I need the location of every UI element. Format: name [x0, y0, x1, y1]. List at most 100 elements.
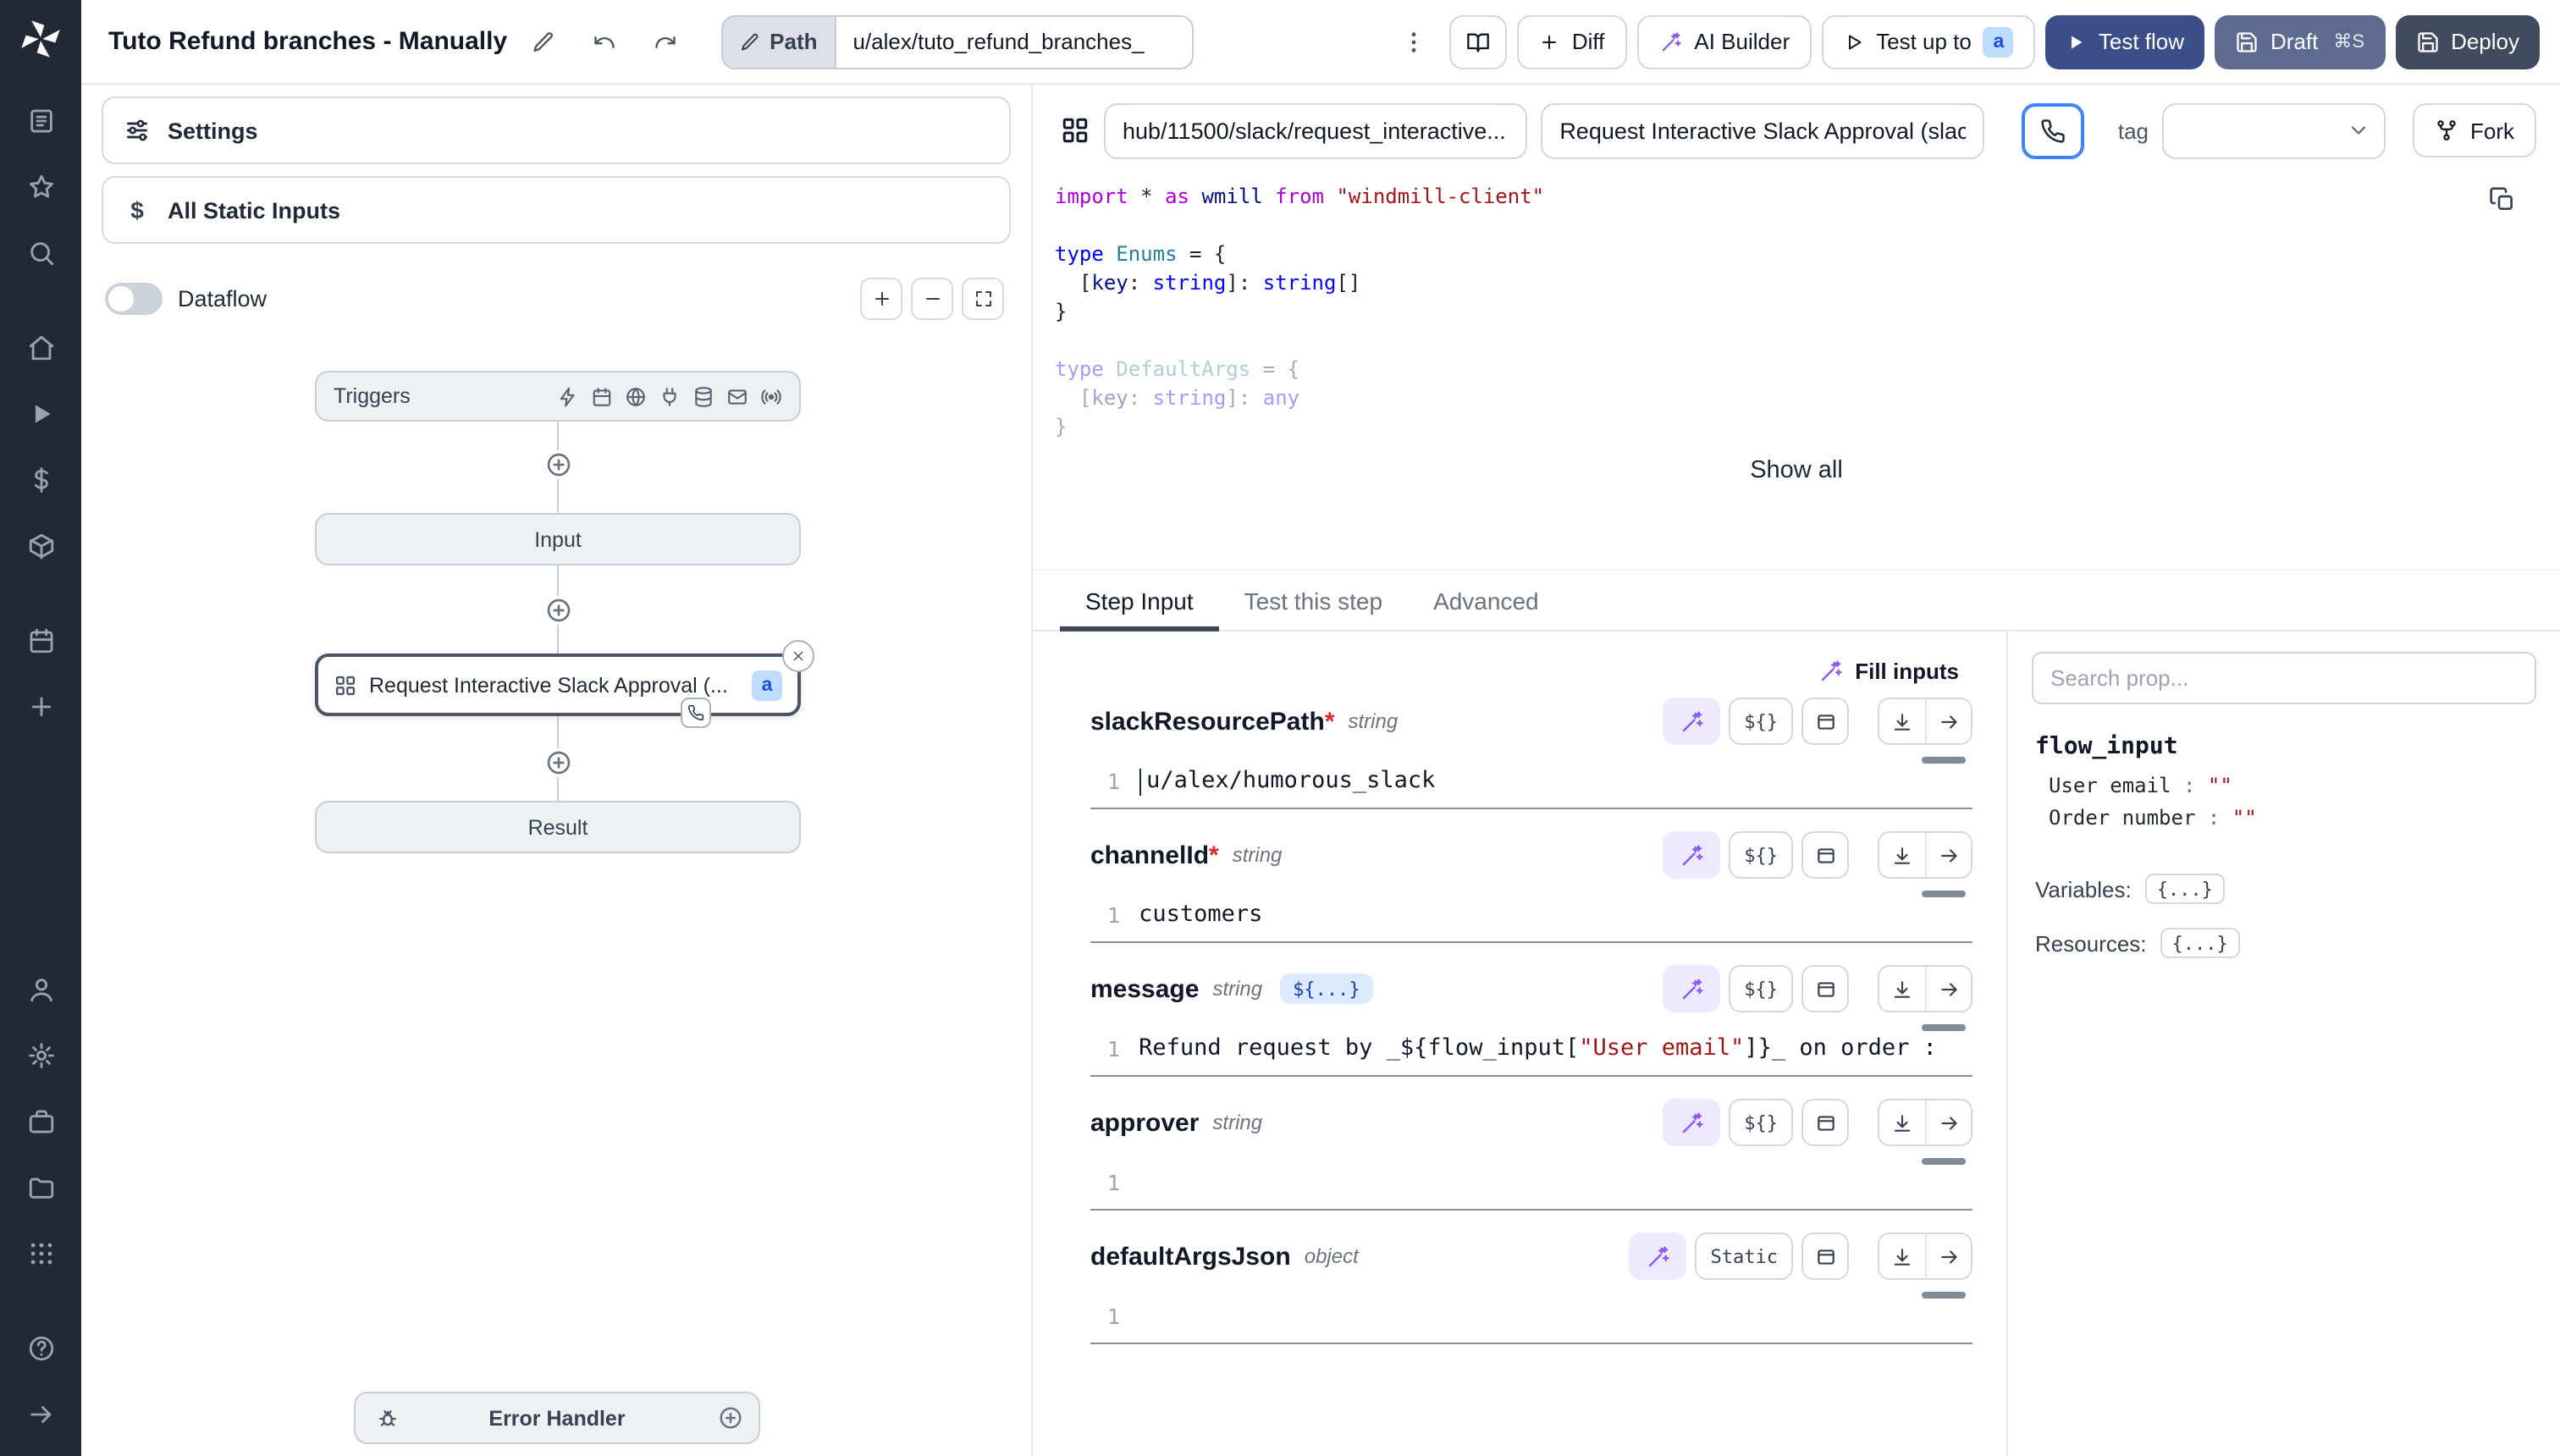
- dataflow-toggle[interactable]: Dataflow: [105, 283, 267, 315]
- prop-user-email[interactable]: User email : "": [2049, 774, 2536, 797]
- sidebar-dollar-icon[interactable]: [15, 454, 66, 505]
- insert-value-button[interactable]: [1879, 699, 1925, 743]
- suspend-approval-button[interactable]: [2022, 102, 2084, 158]
- field-editor[interactable]: 1: [1090, 1158, 1972, 1211]
- hub-path-input[interactable]: [1104, 102, 1527, 158]
- ai-fill-field-button[interactable]: [1663, 831, 1720, 879]
- test-up-to-button[interactable]: Test up to a: [1822, 14, 2036, 69]
- expr-toggle-button[interactable]: ${}: [1729, 965, 1793, 1012]
- editor-scrollbar[interactable]: [1922, 1292, 1966, 1299]
- sidebar-list-icon[interactable]: [15, 95, 66, 146]
- editor-scrollbar[interactable]: [1922, 1024, 1966, 1031]
- ai-builder-button[interactable]: AI Builder: [1636, 14, 1812, 69]
- step-node-selected[interactable]: Request Interactive Slack Approval (... …: [315, 654, 801, 716]
- sidebar-cube-icon[interactable]: [15, 520, 66, 571]
- input-node[interactable]: Input: [315, 513, 801, 565]
- fill-inputs-button[interactable]: Fill inputs: [1804, 648, 1972, 694]
- remove-step-button[interactable]: [782, 640, 814, 672]
- draft-button[interactable]: Draft ⌘S: [2215, 14, 2385, 69]
- sidebar-calendar-icon[interactable]: [15, 615, 66, 665]
- deploy-button[interactable]: Deploy: [2395, 14, 2540, 69]
- webhook-icon[interactable]: [557, 385, 579, 407]
- test-flow-button[interactable]: Test flow: [2046, 14, 2204, 69]
- expr-toggle-button[interactable]: ${}: [1729, 1099, 1793, 1146]
- copy-code-button[interactable]: [2487, 186, 2516, 215]
- edit-title-button[interactable]: [517, 16, 568, 67]
- postgres-icon[interactable]: [692, 385, 714, 407]
- static-inputs-row[interactable]: $ All Static Inputs: [102, 176, 1011, 244]
- sidebar-briefcase-icon[interactable]: [15, 1095, 66, 1146]
- add-step-below-button[interactable]: [543, 748, 572, 777]
- ai-fill-field-button[interactable]: [1630, 1233, 1687, 1280]
- add-step-button[interactable]: [543, 596, 572, 625]
- websocket-icon[interactable]: [659, 385, 681, 407]
- sidebar-gear-icon[interactable]: [15, 1029, 66, 1080]
- plus-circle-icon[interactable]: [718, 1405, 743, 1431]
- editor-scrollbar[interactable]: [1922, 757, 1966, 764]
- path-edit-button[interactable]: Path: [720, 14, 834, 69]
- editor-scrollbar[interactable]: [1922, 891, 1966, 897]
- variables-badge[interactable]: {...}: [2145, 874, 2225, 904]
- insert-value-button[interactable]: [1879, 833, 1925, 877]
- redo-button[interactable]: [639, 16, 690, 67]
- triggers-node[interactable]: Triggers: [315, 371, 801, 422]
- sidebar-grid-dots-icon[interactable]: [15, 1227, 66, 1278]
- schedule-icon[interactable]: [591, 385, 613, 407]
- insert-value-button[interactable]: [1879, 967, 1925, 1011]
- tab-advanced[interactable]: Advanced: [1408, 571, 1564, 630]
- tab-step-input[interactable]: Step Input: [1060, 571, 1219, 630]
- fork-button[interactable]: Fork: [2413, 103, 2536, 157]
- field-editor[interactable]: 1Refund request by _${flow_input["User e…: [1090, 1024, 1972, 1077]
- add-step-above-button[interactable]: [543, 450, 572, 479]
- sidebar-home-icon[interactable]: [15, 322, 66, 372]
- sidebar-search-icon[interactable]: [15, 227, 66, 278]
- apply-value-button[interactable]: [1925, 833, 1971, 877]
- expr-toggle-button[interactable]: ${}: [1729, 698, 1793, 745]
- expand-editor-button[interactable]: [1801, 965, 1849, 1012]
- diff-button[interactable]: Diff: [1518, 14, 1627, 69]
- result-node[interactable]: Result: [315, 801, 801, 853]
- prop-order-number[interactable]: Order number : "": [2049, 806, 2536, 830]
- tab-test-this-step[interactable]: Test this step: [1219, 571, 1408, 630]
- code-editor[interactable]: import * as wmill from "windmill-client"…: [1033, 163, 2560, 569]
- sidebar-arrow-right-icon[interactable]: [15, 1388, 66, 1439]
- ai-fill-field-button[interactable]: [1663, 698, 1720, 745]
- zoom-out-button[interactable]: [911, 278, 953, 320]
- sidebar-folder-icon[interactable]: [15, 1161, 66, 1212]
- expr-toggle-button[interactable]: Static: [1696, 1233, 1794, 1280]
- field-editor[interactable]: 1customers: [1090, 891, 1972, 943]
- expand-editor-button[interactable]: [1801, 698, 1849, 745]
- email-icon[interactable]: [726, 385, 748, 407]
- docs-button[interactable]: [1450, 14, 1508, 69]
- editor-scrollbar[interactable]: [1922, 1158, 1966, 1165]
- settings-row[interactable]: Settings: [102, 97, 1011, 164]
- apply-value-button[interactable]: [1925, 967, 1971, 1011]
- expand-editor-button[interactable]: [1801, 1233, 1849, 1280]
- apply-value-button[interactable]: [1925, 1100, 1971, 1144]
- expand-editor-button[interactable]: [1801, 1099, 1849, 1146]
- apply-value-button[interactable]: [1925, 1234, 1971, 1278]
- search-prop-input[interactable]: [2032, 652, 2536, 704]
- step-summary-input[interactable]: [1541, 102, 1984, 158]
- error-handler-node[interactable]: Error Handler: [354, 1392, 760, 1444]
- ai-fill-field-button[interactable]: [1663, 965, 1720, 1012]
- sidebar-help-icon[interactable]: [15, 1322, 66, 1373]
- kafka-icon[interactable]: [760, 385, 782, 407]
- windmill-logo[interactable]: [19, 17, 63, 61]
- zoom-in-button[interactable]: [860, 278, 902, 320]
- flow-input-label[interactable]: flow_input: [2035, 733, 2536, 760]
- field-editor[interactable]: 1u/alex/humorous_slack: [1090, 757, 1972, 809]
- field-editor[interactable]: 1: [1090, 1292, 1972, 1344]
- insert-value-button[interactable]: [1879, 1100, 1925, 1144]
- fit-view-button[interactable]: [962, 278, 1004, 320]
- insert-value-button[interactable]: [1879, 1234, 1925, 1278]
- sidebar-play-icon[interactable]: [15, 388, 66, 438]
- undo-button[interactable]: [578, 16, 629, 67]
- resources-badge[interactable]: {...}: [2160, 928, 2240, 958]
- sidebar-user-icon[interactable]: [15, 963, 66, 1014]
- tag-select[interactable]: [2162, 102, 2386, 158]
- apply-value-button[interactable]: [1925, 699, 1971, 743]
- path-input[interactable]: [835, 14, 1194, 69]
- ai-fill-field-button[interactable]: [1663, 1099, 1720, 1146]
- more-options-button[interactable]: [1389, 16, 1440, 67]
